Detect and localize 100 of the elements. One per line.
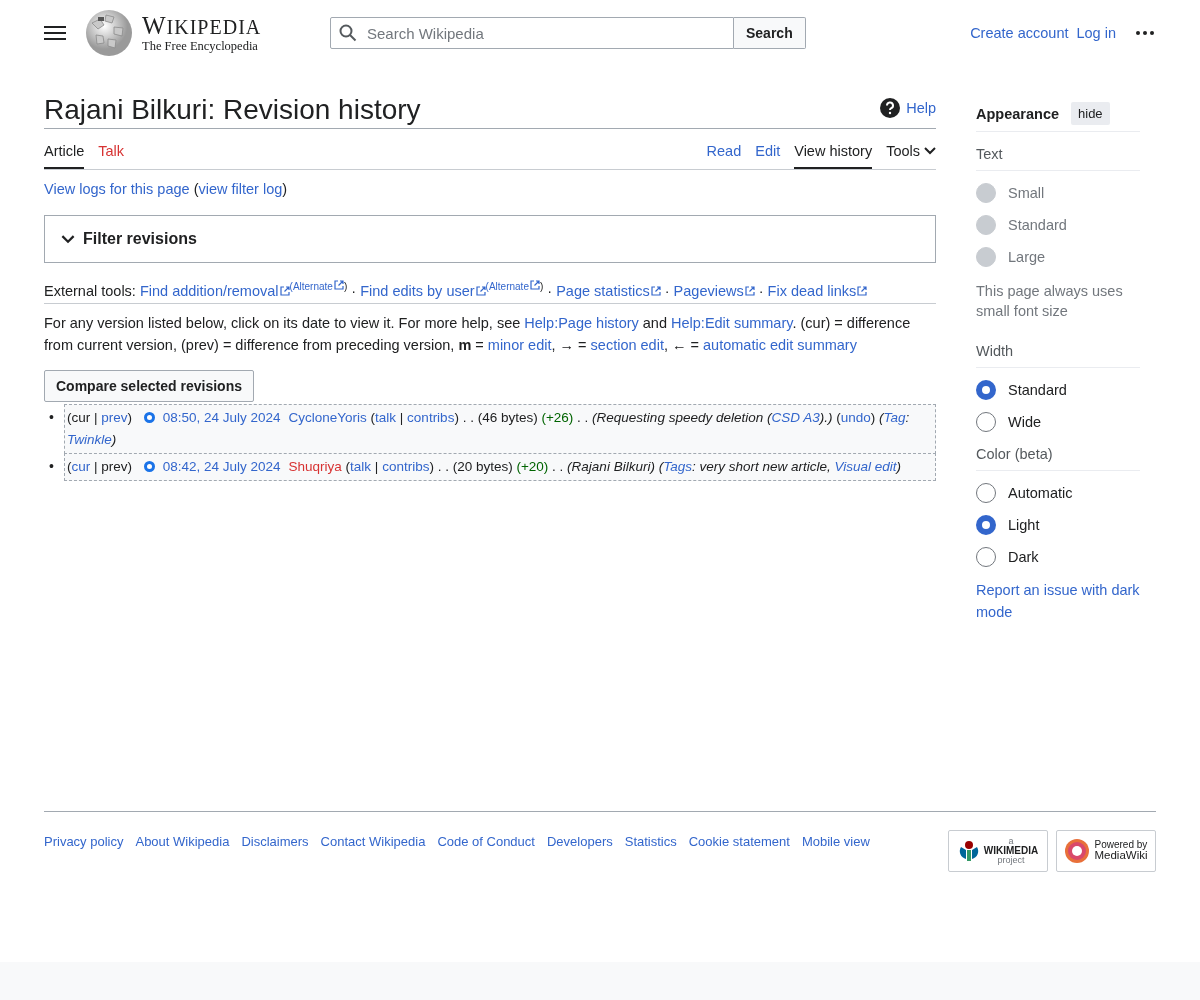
external-link-icon <box>857 285 868 296</box>
appearance-title: Appearance <box>976 105 1059 122</box>
user-link[interactable]: Log in <box>1076 25 1116 41</box>
revision-row: (cur | prev) 08:50, 24 July 2024 CycloneYoris (talk | contribs) . . (46 bytes) (+26) . . (Requesting speedy deletion (CSD A3).) (undo) (Tag: Twinkle) <box>63 403 936 454</box>
wordmark: WIKIPEDIA <box>142 13 262 39</box>
external-link-icon <box>475 285 486 296</box>
footer-link[interactable]: Statistics <box>624 834 677 849</box>
logs-line: View logs for this page (view filter log) <box>44 180 289 199</box>
footer-link[interactable]: Developers <box>546 834 613 849</box>
footer-link[interactable]: Contact Wikipedia <box>320 834 426 849</box>
link[interactable]: Twinkle <box>66 431 112 447</box>
link[interactable]: Shuqriya <box>288 458 342 474</box>
external-link-icon <box>529 280 540 290</box>
radio-button[interactable] <box>976 515 996 535</box>
tab[interactable]: Talk <box>98 129 125 169</box>
globe-logo-icon <box>84 9 134 57</box>
external-link-icon <box>333 280 344 290</box>
link[interactable]: (Alternate <box>485 281 540 292</box>
external-link-icon <box>279 285 290 296</box>
help-text: For any version listed below, click on its date to view it. For more help, see Help:Page history and Help:Edit summary. (cur) = difference from current version, (prev) = difference from preceding version, m = minor edit, → = section edit, ← = automatic edit summary <box>44 313 912 355</box>
footer-link[interactable]: About Wikipedia <box>135 834 230 849</box>
link[interactable]: (Alternate <box>289 281 344 292</box>
tab[interactable]: Article <box>44 129 85 169</box>
tools-menu[interactable]: Tools <box>886 129 936 169</box>
tab[interactable]: Edit <box>755 129 781 169</box>
link[interactable]: Help:Page history <box>524 314 639 331</box>
tagline: The Free Encyclopedia <box>142 40 259 53</box>
menu-button[interactable] <box>44 23 66 43</box>
tab[interactable]: View history <box>794 129 873 169</box>
option-label: Large <box>1008 249 1046 265</box>
external-link-icon <box>744 285 755 296</box>
radio-button[interactable] <box>976 412 996 432</box>
footer-link[interactable]: Disclaimers <box>241 834 309 849</box>
user-link[interactable]: Create account <box>970 25 1069 41</box>
external-tools-line: External tools: Find addition/removal $^{(Alternate}$ $^{)}$ · Find edits by user $^{(Alternate}$ $^{)}$ · Page statistics · Pageviews · Fix dead links <box>44 277 936 304</box>
bullet: • <box>49 407 54 427</box>
compare-button[interactable]: Compare selected revisions <box>44 369 254 402</box>
help-icon <box>880 98 901 118</box>
link[interactable]: Help:Edit summary <box>671 314 793 331</box>
option-label: Dark <box>1008 549 1039 565</box>
date-link[interactable]: 08:50, 24 July 2024 <box>162 409 281 425</box>
link[interactable]: view filter log <box>198 181 283 197</box>
tab[interactable]: Read <box>706 129 742 169</box>
link[interactable]: minor edit <box>487 336 552 353</box>
bullet: • <box>49 456 54 476</box>
radio-button[interactable] <box>976 547 996 567</box>
radio-button[interactable] <box>143 460 155 472</box>
section-heading: Color (beta) <box>976 432 1140 471</box>
link[interactable]: Tag <box>883 409 906 425</box>
external-link[interactable]: Find addition/removal <box>139 282 290 299</box>
search-icon <box>339 24 357 42</box>
radio-button[interactable] <box>976 483 996 503</box>
filter-revisions-toggle[interactable]: Filter revisions <box>44 215 936 263</box>
link[interactable]: talk <box>350 458 372 474</box>
footer-link[interactable]: Code of Conduct <box>437 834 535 849</box>
wikimedia-badge[interactable]: a WIKIMEDIA project <box>948 830 1048 872</box>
option-label: Small <box>1008 185 1045 201</box>
hide-button[interactable]: hide <box>1071 102 1110 125</box>
page-title: Rajani Bilkuri: Revision history <box>44 94 421 126</box>
option-label: Standard <box>1008 382 1067 398</box>
external-link[interactable]: Page statistics <box>556 282 661 299</box>
link[interactable]: contribs <box>382 458 430 474</box>
section-heading: Text <box>976 132 1140 171</box>
footer-link[interactable]: Privacy policy <box>44 834 124 849</box>
link[interactable]: prev <box>101 409 128 425</box>
note-text: This page always uses small font size <box>976 282 1124 321</box>
option-label: Standard <box>1008 217 1067 233</box>
chevron-down-icon <box>924 147 936 155</box>
external-link-icon <box>650 285 661 296</box>
chevron-icon <box>61 234 75 244</box>
link[interactable]: CycloneYoris <box>288 409 367 425</box>
flower-logo-icon <box>1064 838 1091 864</box>
option-label: Automatic <box>1008 485 1073 501</box>
option-label: Light <box>1008 517 1040 533</box>
wikimedia-logo-icon <box>957 839 980 863</box>
external-link[interactable]: Fix dead links <box>767 282 868 299</box>
link[interactable]: contribs <box>407 409 455 425</box>
link[interactable]: section edit <box>590 336 664 353</box>
link[interactable]: undo <box>840 409 871 425</box>
search-button[interactable]: Search <box>734 17 806 49</box>
link[interactable]: cur <box>71 458 91 474</box>
link[interactable]: automatic edit summary <box>703 336 857 353</box>
section-heading: Width <box>976 329 1140 368</box>
help-link[interactable]: Help <box>880 98 936 118</box>
external-link[interactable]: Pageviews <box>673 282 755 299</box>
footer-link[interactable]: Mobile view <box>801 834 870 849</box>
radio-button[interactable] <box>143 411 155 423</box>
report-link[interactable]: Report an issue with dark mode <box>976 579 1140 623</box>
radio-button[interactable] <box>976 380 996 400</box>
external-link[interactable]: Find edits by user <box>360 282 486 299</box>
option-label: Wide <box>1008 414 1042 430</box>
revision-row: (cur | prev) 08:42, 24 July 2024 Shuqriya (talk | contribs) . . (20 bytes) (+20) . . (Rajani Bilkuri) (Tags: very short new article, Visual edit) <box>63 452 936 481</box>
footer-link[interactable]: Cookie statement <box>688 834 790 849</box>
mediawiki-badge[interactable]: Powered by MediaWiki <box>1056 830 1156 872</box>
link[interactable]: Tags <box>663 458 692 474</box>
search-field[interactable]: Search Wikipedia <box>330 17 734 49</box>
link[interactable]: View logs for this page <box>44 181 190 197</box>
link[interactable]: CSD A3 <box>771 409 820 425</box>
link[interactable]: talk <box>375 409 397 425</box>
date-link[interactable]: 08:42, 24 July 2024 <box>162 458 281 474</box>
